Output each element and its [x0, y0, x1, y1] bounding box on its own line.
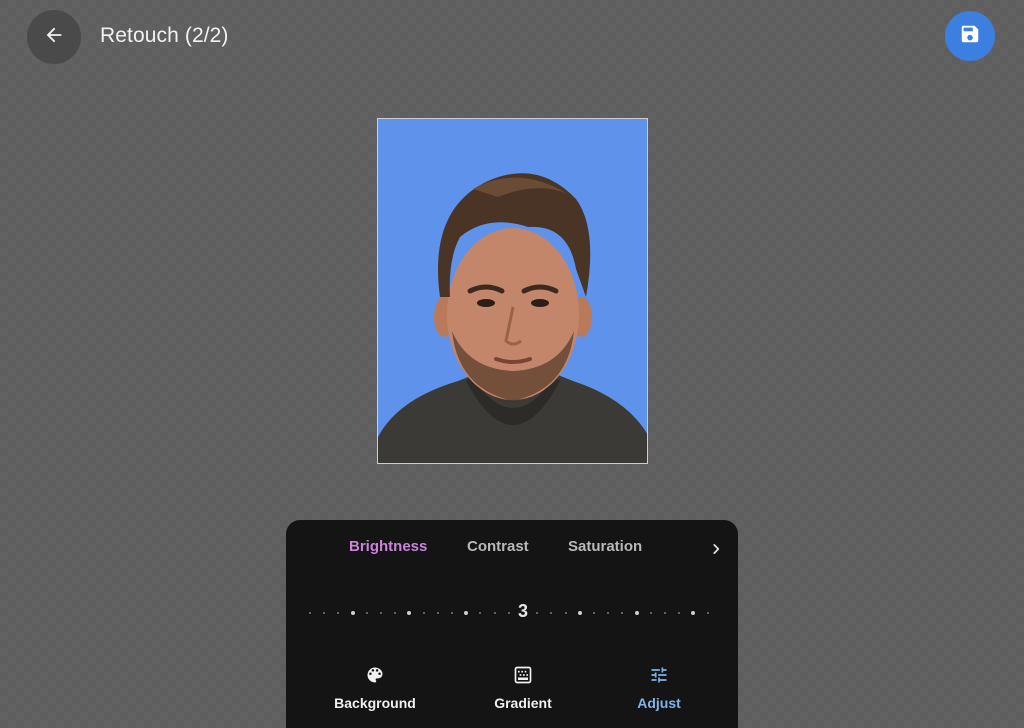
- portrait-photo: [377, 118, 648, 464]
- arrow-left-icon: [43, 24, 65, 51]
- slider-tick: [564, 612, 567, 614]
- slider-tick: [634, 611, 639, 615]
- slider-tick: [550, 612, 553, 614]
- slider-tick: [365, 612, 368, 614]
- sliders-icon: [648, 664, 670, 686]
- tab-saturation[interactable]: Saturation: [568, 538, 642, 555]
- gradient-tool-button[interactable]: Gradient: [483, 664, 563, 711]
- slider-tick: [507, 612, 510, 614]
- adjust-panel: Brightness Contrast Saturation 3 Backgro…: [286, 520, 738, 728]
- tab-contrast[interactable]: Contrast: [467, 538, 529, 555]
- slider-tick: [394, 612, 397, 614]
- slider-tick: [664, 612, 666, 614]
- slider-tick: [422, 612, 425, 614]
- adjust-tool-button[interactable]: Adjust: [619, 664, 699, 711]
- slider-tick: [493, 612, 496, 614]
- slider-tick: [706, 612, 709, 614]
- adjust-tabs: Brightness Contrast Saturation: [286, 538, 738, 560]
- tool-label: Gradient: [494, 695, 552, 711]
- slider-tick: [593, 612, 595, 614]
- save-button[interactable]: [945, 11, 995, 61]
- floppy-disk-icon: [959, 23, 981, 50]
- slider-tick: [337, 612, 340, 614]
- tab-brightness[interactable]: Brightness: [349, 538, 427, 555]
- slider-tick: [436, 612, 439, 614]
- slider-tick: [323, 612, 326, 614]
- back-button[interactable]: [27, 10, 81, 64]
- chevron-right-icon[interactable]: [706, 539, 726, 559]
- slider-tick: [607, 612, 610, 614]
- tool-label: Adjust: [637, 695, 681, 711]
- slider-value: 3: [517, 601, 529, 621]
- slider-tick: [479, 612, 482, 614]
- slider-tick: [407, 611, 412, 615]
- slider-tick: [577, 611, 582, 615]
- tool-label: Background: [334, 695, 416, 711]
- brightness-slider[interactable]: 3: [304, 600, 722, 624]
- slider-tick: [309, 612, 311, 614]
- slider-tick: [678, 612, 681, 614]
- slider-tick: [649, 612, 652, 614]
- page-title: Retouch (2/2): [100, 24, 229, 47]
- tool-bar: Background Gradient Adjust: [286, 664, 738, 724]
- slider-tick: [536, 612, 539, 614]
- background-tool-button[interactable]: Background: [334, 664, 416, 711]
- slider-tick: [464, 611, 469, 615]
- slider-tick: [380, 612, 382, 614]
- slider-tick: [451, 612, 453, 614]
- slider-tick: [621, 612, 624, 614]
- gradient-icon: [512, 664, 534, 686]
- slider-tick: [691, 611, 696, 615]
- palette-icon: [364, 664, 386, 686]
- slider-tick: [350, 611, 355, 615]
